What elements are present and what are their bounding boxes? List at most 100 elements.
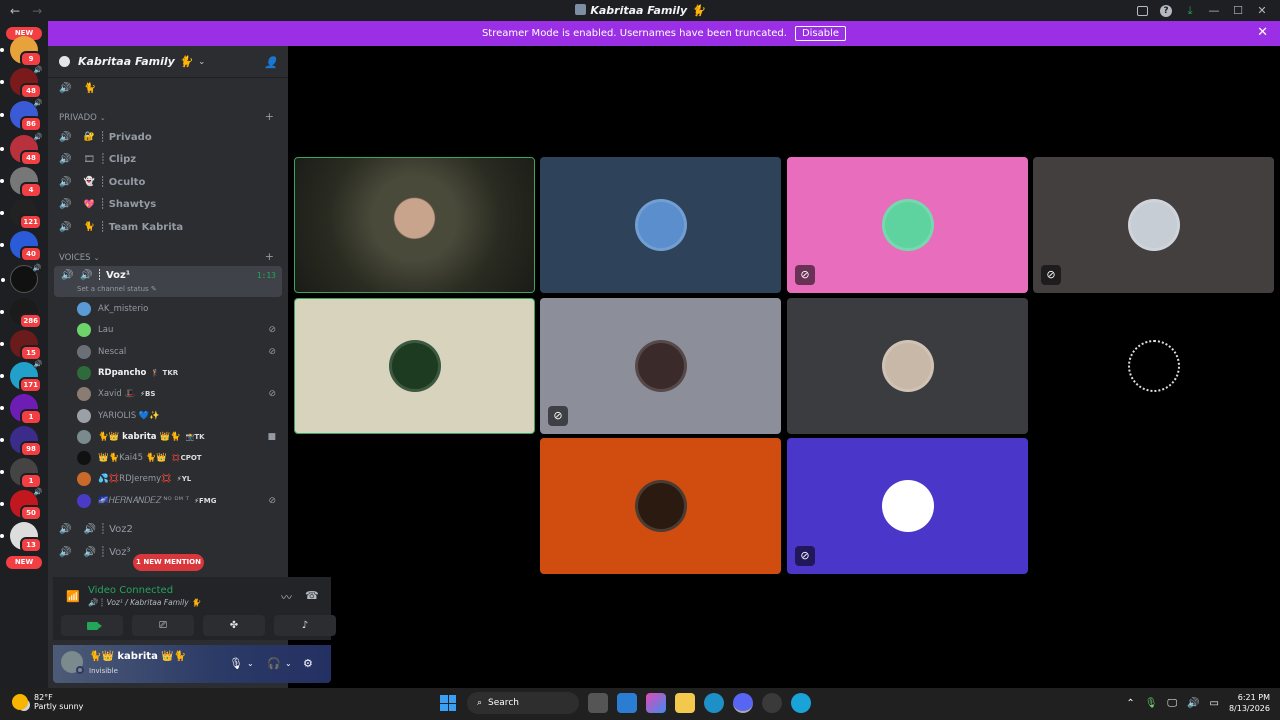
tray-expand-icon[interactable]: ⌃ [1126, 698, 1134, 709]
connection-status[interactable]: Video Connected [88, 585, 173, 596]
disconnect-icon[interactable]: ☎ [305, 589, 319, 602]
weather-widget[interactable]: 82°F Partly sunny [12, 693, 83, 711]
server-icon[interactable]: 171 🔊 [0, 359, 43, 393]
new-mention-pill[interactable]: 1 NEW MENTION [133, 554, 204, 571]
voice-user[interactable]: Nescal ⊘ [77, 343, 282, 361]
camera-video-tile[interactable] [294, 157, 535, 293]
server-icon[interactable]: 48 🔊 [0, 132, 43, 166]
add-voice-channel-icon[interactable]: + [265, 250, 274, 263]
volume-icon[interactable]: 🔊 [1187, 698, 1199, 709]
voice-user[interactable]: 👑🐈Kai45 🐈👑 💢CPOT [77, 449, 282, 467]
server-icon[interactable]: 121 [0, 199, 42, 230]
discord-icon[interactable] [733, 693, 753, 713]
minimize-button[interactable]: — [1202, 0, 1226, 21]
screenshare-button[interactable]: ⎚ [132, 615, 194, 636]
new-unread-pill[interactable]: NEW [6, 556, 42, 569]
voice-user[interactable]: Xavid 🎩 ⚡BS ⊘ [77, 385, 282, 403]
inbox-icon[interactable] [1130, 0, 1154, 21]
back-arrow-icon[interactable]: ← [10, 4, 20, 18]
category-voices[interactable]: VOICES ⌄ [59, 253, 99, 263]
soundboard-button[interactable]: ♪ [274, 615, 336, 636]
channel-top[interactable]: 🔊 🐈 [59, 79, 96, 97]
forward-arrow-icon[interactable]: → [32, 4, 42, 18]
voice-user[interactable]: RDpancho 🏌 TKR [77, 364, 282, 382]
voice-user[interactable]: Lau ⊘ [77, 321, 282, 339]
server-icon[interactable]: 🔊 [1, 263, 42, 293]
server-icon[interactable]: 9 [0, 36, 42, 67]
noise-suppression-icon[interactable]: 〰 [281, 589, 292, 605]
voice-user[interactable]: 💦💢RDJeremy💢 ⚡YL [77, 470, 282, 488]
outlook-icon[interactable] [617, 693, 637, 713]
channel-status[interactable]: Set a channel status ✎ [77, 285, 157, 293]
participant-tile[interactable] [1033, 298, 1274, 434]
start-button[interactable] [438, 693, 458, 713]
close-button[interactable]: ✕ [1250, 0, 1274, 21]
channel-clipz[interactable]: 🔊 🎞 ┊ Clipz [59, 151, 136, 169]
participant-tile[interactable] [540, 438, 781, 574]
server-icon[interactable]: 86 🔊 [0, 98, 43, 132]
edge-icon[interactable] [704, 693, 724, 713]
category-privado[interactable]: PRIVADO ⌄ [59, 113, 106, 123]
server-icon[interactable]: 1 [0, 458, 42, 489]
server-icon[interactable]: 98 [0, 426, 42, 457]
unread-indicator [0, 342, 4, 346]
participant-tile[interactable]: ⊘ [1033, 157, 1274, 293]
participant-tile[interactable] [540, 157, 781, 293]
voice-user[interactable]: 🌌𝐻𝐸𝑅𝑁𝐴𝑁𝐷𝐸𝑍 ᴺᴼ ᴰᴹ ᵀ ⚡FMG ⊘ [77, 492, 282, 510]
task-view-icon[interactable] [588, 693, 608, 713]
mic-options-chevron-icon[interactable]: ⌄ [247, 659, 254, 668]
server-header[interactable]: Kabritaa Family 🐈 ⌄ 👤 [48, 46, 288, 78]
chrome-icon[interactable] [762, 693, 782, 713]
voice-user[interactable]: AK_misterio [77, 300, 282, 318]
disable-streamer-button[interactable]: Disable [794, 26, 847, 41]
battery-icon[interactable]: ▭ [1210, 698, 1219, 709]
participant-tile[interactable] [294, 298, 535, 434]
channel-shawtys[interactable]: 🔊 💖 ┊ Shawtys [59, 196, 156, 214]
audio-options-chevron-icon[interactable]: ⌄ [285, 659, 292, 668]
active-voice-channel[interactable]: 🔊 🔊 ┊ Voz¹ Set a channel status ✎ 1:13 [54, 266, 282, 297]
download-icon[interactable]: ⤓ [1178, 0, 1202, 21]
participant-tile[interactable]: ⊘ [787, 157, 1028, 293]
invite-people-icon[interactable]: 👤 [264, 56, 278, 69]
avatar [77, 472, 91, 487]
network-icon[interactable]: 🖵 [1167, 698, 1177, 709]
channel-label: 🐈 [83, 82, 96, 94]
channel-team-kabrita[interactable]: 🔊 🐈 ┊ Team Kabrita [59, 218, 183, 236]
unread-indicator [0, 179, 4, 183]
copilot-icon[interactable] [646, 693, 666, 713]
headphones-icon[interactable]: 🎧 [267, 657, 281, 670]
participant-tile[interactable]: ⊘ [787, 438, 1028, 574]
activities-button[interactable]: ✤ [203, 615, 265, 636]
maximize-button[interactable]: ☐ [1226, 0, 1250, 21]
user-name[interactable]: 🐈👑 kabrita 👑🐈 [89, 651, 186, 662]
channel-oculto[interactable]: 🔊 👻 ┊ Oculto [59, 173, 145, 191]
server-icon[interactable]: 4 [0, 167, 42, 198]
channel-privado[interactable]: 🔊 🔐 ┊ Privado [59, 128, 152, 146]
tray-mic-icon[interactable]: 🎙 [1145, 698, 1158, 709]
connection-channel[interactable]: 🔊 ┊ Voz¹ / Kabritaa Family 🐈 [88, 598, 200, 607]
clock[interactable]: 6:21 PM 8/13/2026 [1229, 692, 1270, 714]
camera-button[interactable] [61, 615, 123, 636]
add-channel-icon[interactable]: + [265, 110, 274, 123]
server-icon[interactable]: 50 🔊 [0, 487, 43, 521]
taskbar-search[interactable]: ⌕ Search [467, 692, 579, 714]
server-icon[interactable]: 40 [0, 231, 42, 262]
channel-voz3[interactable]: 🔊 🔊 ┊ Voz³ [59, 543, 131, 561]
help-icon[interactable]: ? [1154, 0, 1178, 21]
settings-gear-icon[interactable]: ⚙ [303, 657, 313, 670]
voice-user[interactable]: YARIOLIS 💙✨ [77, 407, 282, 425]
app-icon[interactable] [791, 693, 811, 713]
participant-tile[interactable] [787, 298, 1028, 434]
participant-tile[interactable]: ⊘ [540, 298, 781, 434]
close-banner-icon[interactable]: ✕ [1257, 25, 1268, 40]
server-icon[interactable]: 15 [0, 330, 42, 361]
server-icon[interactable]: 13 [0, 522, 42, 553]
channel-voz2[interactable]: 🔊 🔊 ┊ Voz2 [59, 520, 133, 538]
server-icon[interactable]: 286 [0, 298, 42, 329]
server-icon[interactable]: 1 [0, 394, 42, 425]
nav-buttons: ← → [0, 4, 42, 18]
server-icon[interactable]: 48 🔊 [0, 65, 43, 99]
file-explorer-icon[interactable] [675, 693, 695, 713]
microphone-icon[interactable]: 🎙 [229, 657, 243, 670]
voice-user[interactable]: 🐈👑 kabrita 👑🐈 📸TK ■ [77, 428, 282, 446]
